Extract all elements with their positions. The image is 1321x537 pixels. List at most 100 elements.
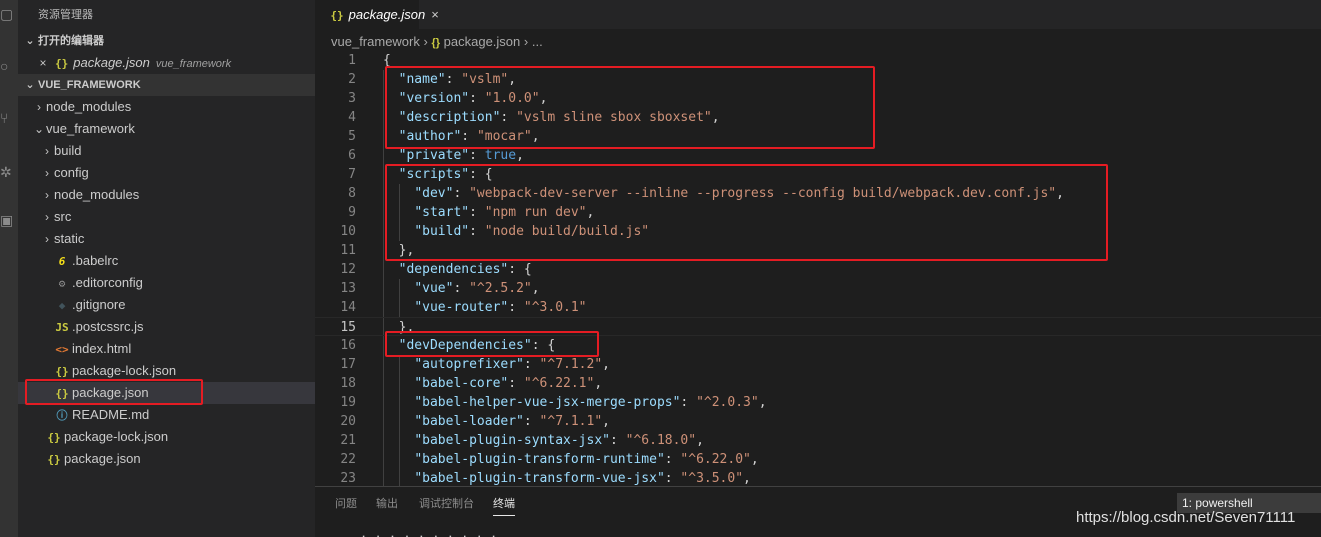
- line-number: 23: [340, 471, 356, 486]
- chevron-right-icon: ›: [45, 166, 49, 180]
- code-token: "private": [398, 148, 470, 163]
- code-text: "babel-plugin-transform-vue-jsx": "^3.5.…: [383, 469, 751, 486]
- file-tree-item[interactable]: ⌄ vue_framework: [18, 118, 315, 140]
- tab-output[interactable]: 输出: [376, 495, 398, 511]
- json-file-icon: {}: [330, 9, 344, 22]
- tab-bar: {} package.json ×: [315, 0, 1321, 29]
- highlight-box-scripts: [385, 164, 1108, 261]
- code-token: "dependencies": [398, 262, 509, 277]
- code-token: ,: [750, 452, 759, 467]
- file-tree-item[interactable]: › node_modules: [18, 96, 315, 118]
- activity-bar: ▢ ○ ⑂ ✲ ▣: [0, 0, 18, 537]
- open-editors-header[interactable]: ⌄ 打开的编辑器: [18, 30, 315, 52]
- code-token: "babel-helper-vue-jsx-merge-props": [414, 395, 681, 410]
- close-icon[interactable]: ×: [431, 7, 439, 22]
- file-tree-item-label: .babelrc: [72, 253, 119, 268]
- breadcrumb-folder[interactable]: vue_framework: [331, 34, 420, 49]
- line-number: 9: [348, 205, 356, 220]
- file-tree-item[interactable]: › src: [18, 206, 315, 228]
- file-tree-item[interactable]: {} package-lock.json: [18, 426, 315, 448]
- files-icon[interactable]: ▢: [0, 2, 18, 26]
- source-control-icon[interactable]: ⑂: [0, 106, 18, 130]
- code-token: :: [453, 281, 470, 296]
- code-line[interactable]: 21 "babel-plugin-syntax-jsx": "^6.18.0",: [315, 431, 1321, 450]
- breadcrumb-file[interactable]: package.json: [444, 34, 521, 49]
- extensions-icon[interactable]: ▣: [0, 208, 18, 232]
- workspace-header[interactable]: ⌄ VUE_FRAMEWORK: [18, 74, 315, 96]
- file-tree-item[interactable]: ⚙ .editorconfig: [18, 272, 315, 294]
- code-token: "autoprefixer": [414, 357, 524, 372]
- file-tree-item[interactable]: {} package.json: [18, 448, 315, 470]
- line-number: 21: [340, 433, 356, 448]
- chevron-right-icon: ›: [45, 188, 49, 202]
- tab-problems[interactable]: 问题: [335, 495, 357, 511]
- code-token: "babel-plugin-syntax-jsx": [414, 433, 610, 448]
- watermark: https://blog.csdn.net/Seven71111: [1076, 509, 1296, 526]
- workspace-label: VUE_FRAMEWORK: [38, 79, 141, 91]
- code-token: ,: [516, 148, 524, 163]
- line-number: 7: [348, 167, 356, 182]
- file-tree-item[interactable]: 6 .babelrc: [18, 250, 315, 272]
- html-file-icon: <>: [55, 343, 69, 356]
- code-line[interactable]: 22 "babel-plugin-transform-runtime": "^6…: [315, 450, 1321, 469]
- file-tree-item[interactable]: › node_modules: [18, 184, 315, 206]
- file-tree-item[interactable]: JS .postcssrc.js: [18, 316, 315, 338]
- file-tree-item[interactable]: ⓘ README.md: [18, 404, 315, 426]
- line-number: 20: [340, 414, 356, 429]
- file-tree-item[interactable]: ◆ .gitignore: [18, 294, 315, 316]
- code-line[interactable]: 18 "babel-core": "^6.22.1",: [315, 374, 1321, 393]
- breadcrumb-symbol[interactable]: ...: [532, 34, 543, 49]
- open-editor-item[interactable]: × {} package.json vue_framework: [18, 52, 315, 74]
- file-tree-item[interactable]: › config: [18, 162, 315, 184]
- code-line[interactable]: 14 "vue-router": "^3.0.1": [315, 298, 1321, 317]
- code-token: "^3.5.0": [680, 471, 744, 486]
- debug-icon[interactable]: ✲: [0, 160, 18, 184]
- file-tree-item[interactable]: › build: [18, 140, 315, 162]
- code-token: ,: [758, 395, 767, 410]
- file-tree-item[interactable]: › static: [18, 228, 315, 250]
- line-number: 6: [348, 148, 356, 163]
- code-line[interactable]: 20 "babel-loader": "^7.1.1",: [315, 412, 1321, 431]
- code-token: :: [664, 452, 681, 467]
- code-token: "vue-router": [414, 300, 509, 315]
- line-number: 8: [348, 186, 356, 201]
- code-line[interactable]: 12 "dependencies": {: [315, 260, 1321, 279]
- code-token: true: [484, 148, 517, 163]
- open-editor-name: package.json: [73, 55, 150, 70]
- line-number: 4: [348, 110, 356, 125]
- code-token: "^2.0.3": [696, 395, 759, 410]
- line-number: 1: [348, 53, 356, 68]
- code-token: :: [609, 433, 626, 448]
- code-token: :: [508, 300, 524, 315]
- open-editors-label: 打开的编辑器: [38, 35, 104, 47]
- code-token: "babel-plugin-transform-vue-jsx": [414, 471, 665, 486]
- tab-terminal[interactable]: 终端: [493, 495, 515, 516]
- line-number: 3: [348, 91, 356, 106]
- tab-debug-console[interactable]: 调试控制台: [419, 495, 474, 511]
- code-token: "babel-core": [414, 376, 509, 391]
- file-tree-item-label: package.json: [64, 451, 141, 466]
- highlight-box-devdependencies: [385, 331, 599, 357]
- code-line[interactable]: 13 "vue": "^2.5.2",: [315, 279, 1321, 298]
- explorer-sidebar: 资源管理器 ⌄ 打开的编辑器 × {} package.json vue_frame…: [18, 0, 315, 537]
- close-icon[interactable]: ×: [36, 52, 50, 74]
- code-token: ,: [696, 433, 704, 448]
- line-number: 18: [340, 376, 356, 391]
- code-token: "^7.1.2": [539, 357, 603, 372]
- file-tree-item[interactable]: <> index.html: [18, 338, 315, 360]
- breadcrumb-separator-icon: ›: [523, 34, 529, 49]
- search-icon[interactable]: ○: [0, 54, 18, 78]
- code-line[interactable]: 19 "babel-helper-vue-jsx-merge-props": "…: [315, 393, 1321, 412]
- code-text: "dependencies": {: [383, 260, 532, 279]
- code-line[interactable]: 23 "babel-plugin-transform-vue-jsx": "^3…: [315, 469, 1321, 486]
- code-line[interactable]: 17 "autoprefixer": "^7.1.2",: [315, 355, 1321, 374]
- tab-package-json[interactable]: {} package.json ×: [315, 0, 439, 29]
- code-token: :: [523, 357, 540, 372]
- chevron-right-icon: ›: [45, 144, 49, 158]
